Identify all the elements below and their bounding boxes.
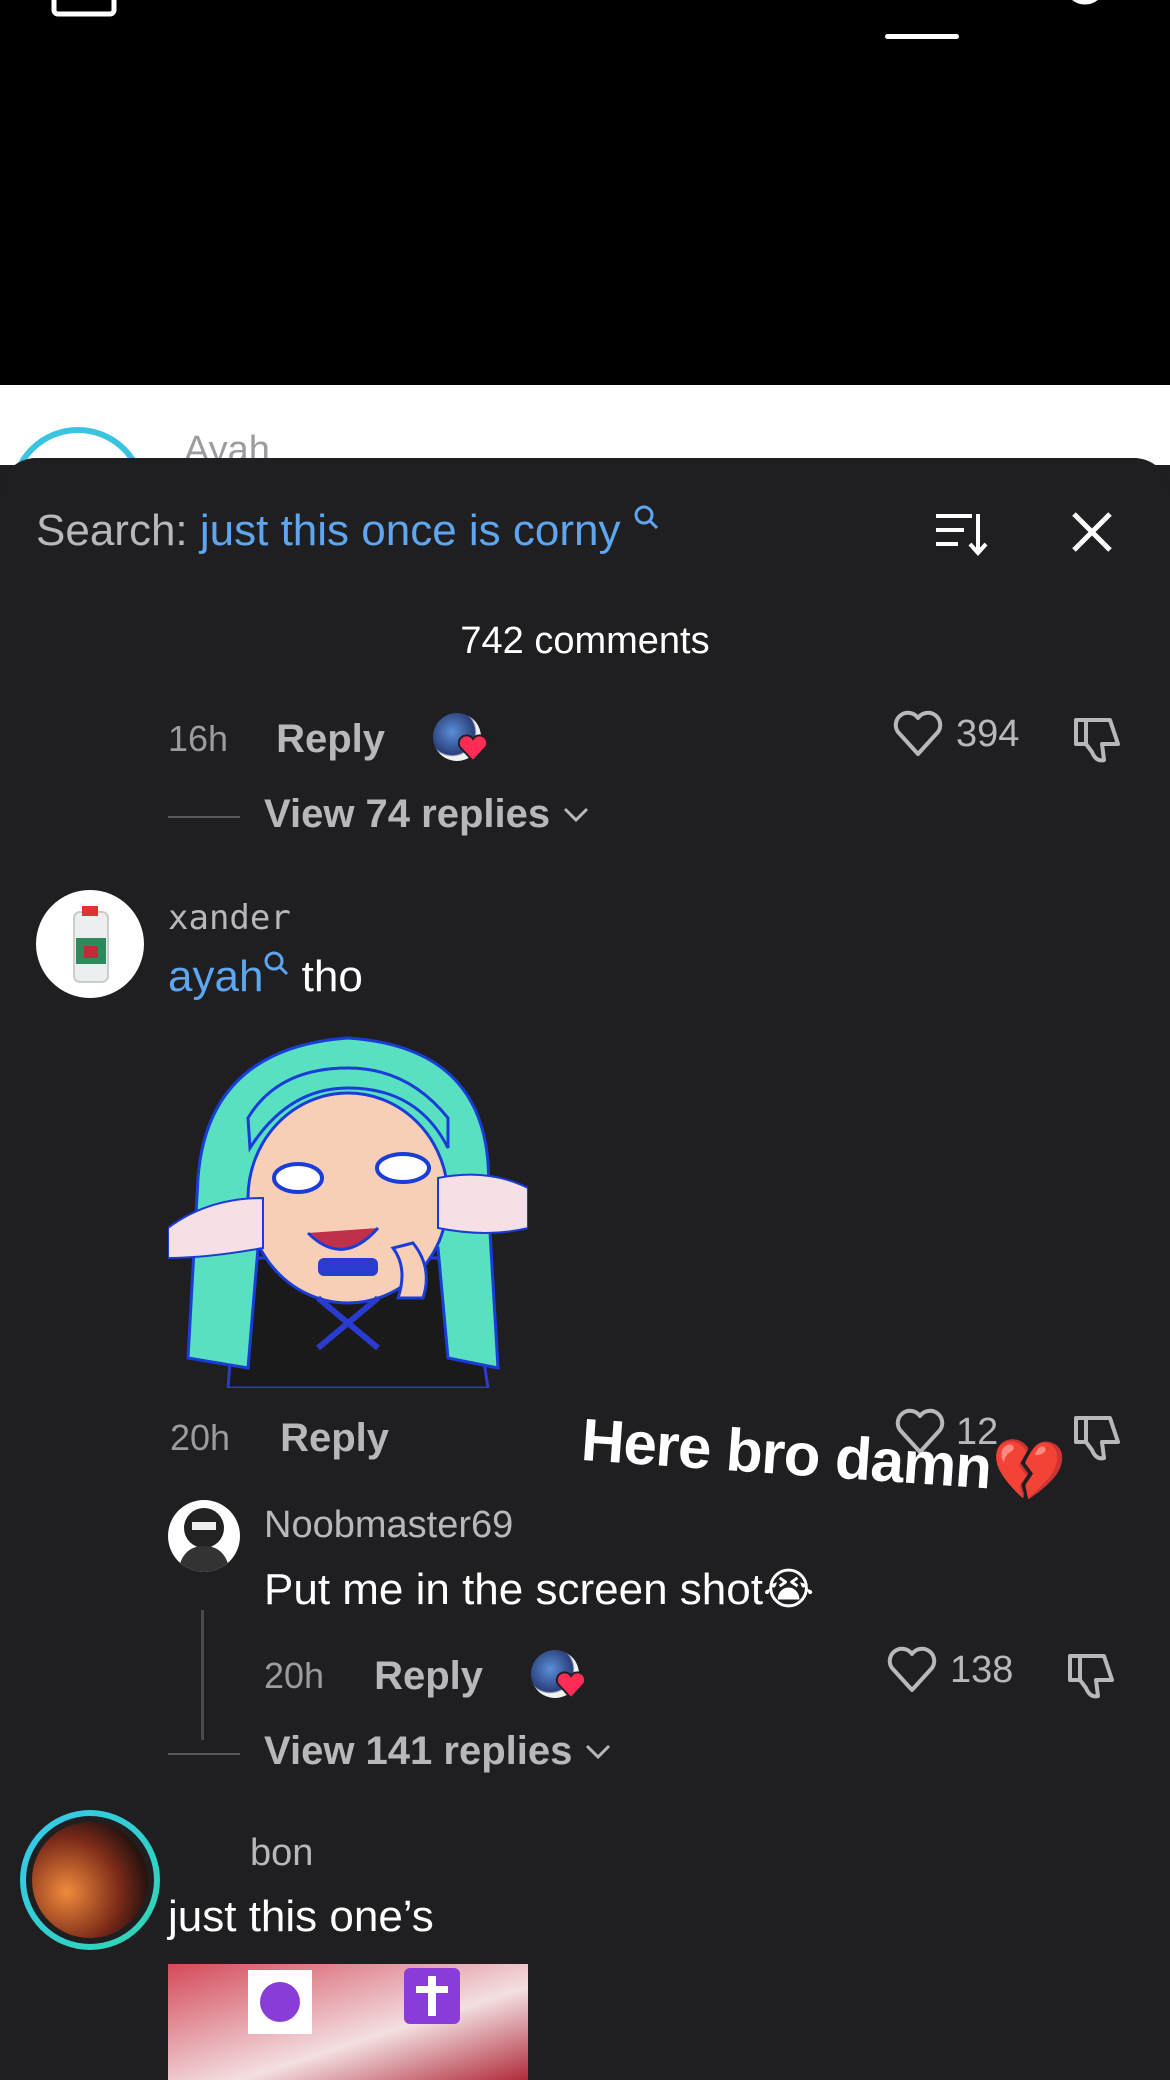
username[interactable]: xander (168, 898, 291, 938)
video-area (0, 0, 1170, 385)
mention-link[interactable]: ayah (168, 952, 263, 1001)
chevron-down-icon (586, 1744, 611, 1759)
like-button[interactable]: 394 (892, 710, 1019, 758)
dislike-icon[interactable] (1070, 1412, 1124, 1466)
inbox-icon[interactable] (50, 0, 120, 20)
search-query[interactable]: just this once is corny (200, 506, 621, 555)
comment-body: just this one’s (168, 1892, 434, 1941)
active-tab-indicator (885, 34, 959, 39)
heart-icon (887, 1646, 937, 1692)
like-button[interactable]: 138 (886, 1646, 1013, 1694)
comment-count: 742 comments (460, 620, 710, 662)
comment-actions: 20h Reply (264, 1646, 589, 1706)
like-count: 394 (956, 712, 1020, 755)
dislike-icon[interactable] (1070, 714, 1124, 768)
view-replies-button[interactable]: View 141 replies (264, 1729, 612, 1774)
username[interactable]: bon (250, 1832, 313, 1875)
timestamp: 20h (264, 1655, 325, 1696)
heart-icon (555, 1671, 587, 1700)
avatar[interactable] (36, 890, 144, 998)
comment-actions: 20h Reply (170, 1408, 389, 1468)
milk-jug-icon (73, 906, 109, 983)
chevron-down-icon (564, 807, 589, 822)
view-replies-label: View 74 replies (264, 792, 551, 836)
view-replies-label: View 141 replies (264, 1729, 573, 1773)
close-icon[interactable] (1070, 510, 1114, 554)
creator-liked-badge (531, 1650, 589, 1702)
image-thumbnail[interactable] (168, 1964, 528, 2080)
comment-text: ayah tho (168, 951, 363, 1002)
search-header[interactable]: Search: just this once is corny (36, 505, 659, 556)
timestamp: 16h (168, 718, 229, 759)
search-mini-icon (634, 505, 658, 530)
dislike-icon[interactable] (1064, 1650, 1118, 1704)
creator-liked-badge (433, 713, 491, 765)
reply-button[interactable]: Reply (276, 717, 385, 762)
comment-body: tho (289, 952, 363, 1001)
comments-sheet: Search: just this once is corny 742 comm… (0, 458, 1170, 2080)
underlying-comment: Ayah (0, 385, 1170, 465)
view-replies-line (168, 816, 240, 818)
anime-sticker-image[interactable] (168, 1028, 528, 1388)
search-icon[interactable] (1055, 0, 1115, 20)
comment-actions: 16h Reply (168, 709, 491, 769)
helmet-avatar-icon (178, 1508, 230, 1572)
username[interactable]: Noobmaster69 (264, 1504, 513, 1547)
search-mini-icon (264, 951, 289, 976)
thread-line (201, 1610, 204, 1740)
view-replies-line (168, 1753, 240, 1755)
reply-button[interactable]: Reply (374, 1654, 483, 1699)
search-prefix: Search: (36, 506, 188, 555)
view-replies-button[interactable]: View 74 replies (264, 792, 590, 837)
reply-button[interactable]: Reply (280, 1416, 389, 1461)
heart-icon (893, 710, 943, 756)
avatar[interactable] (20, 1810, 160, 1950)
comment-body: Put me in the screen shot😭 (264, 1565, 815, 1614)
timestamp: 20h (170, 1417, 231, 1458)
avatar-image (32, 1822, 148, 1938)
heart-icon (457, 734, 489, 763)
avatar[interactable] (168, 1500, 240, 1572)
like-count: 138 (950, 1648, 1014, 1691)
sort-icon[interactable] (932, 508, 988, 558)
